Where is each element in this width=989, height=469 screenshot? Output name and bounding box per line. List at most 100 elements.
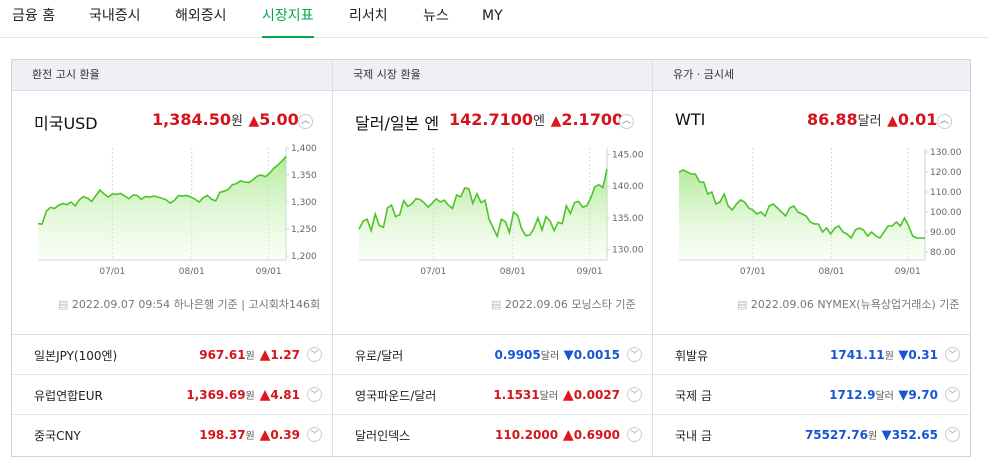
chevron-down-icon[interactable]: ﹀	[945, 427, 960, 442]
list-item-value: 967.61원 ▲1.27	[199, 347, 300, 363]
nav-market-indicators[interactable]: 시장지표	[262, 0, 314, 38]
y-tick-label: 90.00	[930, 228, 956, 238]
chevron-down-icon[interactable]: ﹀	[945, 387, 960, 402]
list-item[interactable]: 유로/달러 0.9905달러 ▼0.0015 ﹀	[333, 335, 652, 375]
chevron-up-icon[interactable]: ︿	[298, 114, 313, 129]
y-tick-label: 130.00	[930, 148, 962, 158]
rate-list: 유로/달러 0.9905달러 ▼0.0015 ﹀ 영국파운드/달러 1.1531달러 ▲…	[333, 334, 652, 455]
list-item[interactable]: 일본JPY(100엔) 967.61원 ▲1.27 ﹀	[12, 335, 332, 375]
usd-chart: 07/01 08/01 09/01 1,400 1,350 1,300 1,250 1,200	[37, 144, 317, 277]
y-tick-label: 1,300	[291, 198, 317, 208]
series-area	[679, 170, 925, 260]
chevron-down-icon[interactable]: ﹀	[307, 347, 322, 362]
list-item-name[interactable]: 국내 금	[675, 427, 712, 444]
rate-list: 일본JPY(100엔) 967.61원 ▲1.27 ﹀ 유럽연합EUR 1,369.69…	[12, 334, 332, 455]
up-arrow-icon: ▲	[254, 387, 271, 403]
x-tick-label: 09/01	[256, 267, 282, 277]
panel-header[interactable]: 환전 고시 환율	[12, 60, 332, 91]
list-item-name[interactable]: 국제 금	[675, 387, 712, 404]
x-tick-label: 09/01	[895, 267, 921, 277]
down-arrow-icon: ▼	[893, 348, 909, 363]
nav-finance-home[interactable]: 금융 홈	[12, 0, 55, 38]
list-item-value: 0.9905달러 ▼0.0015	[494, 348, 620, 363]
list-item-name[interactable]: 영국파운드/달러	[355, 387, 436, 404]
chevron-up-icon[interactable]: ︿	[937, 114, 952, 129]
chevron-up-icon[interactable]: ︿	[619, 114, 634, 129]
y-tick-label: 110.00	[930, 188, 962, 198]
y-tick-label: 100.00	[930, 208, 962, 218]
x-tick-label: 09/01	[577, 267, 603, 277]
panel-header[interactable]: 국제 시장 환율	[333, 60, 652, 91]
quote-unit: 달러	[857, 114, 882, 129]
list-item[interactable]: 국제 금 1712.9달러 ▼9.70 ﹀	[653, 375, 970, 415]
international-rate-panel: 국제 시장 환율 달러/일본 엔 142.7100엔 ▲2.1700 ︿ 07/…	[332, 60, 652, 456]
up-arrow-icon: ▲	[558, 427, 574, 443]
y-tick-label: 1,400	[291, 144, 317, 154]
chevron-down-icon[interactable]: ﹀	[307, 427, 322, 442]
y-tick-label: 145.00	[612, 150, 644, 160]
market-panels: 환전 고시 환율 미국USD 1,384.50원 ▲5.00 ︿ 07/01 08…	[11, 59, 971, 457]
chevron-down-icon[interactable]: ﹀	[307, 387, 322, 402]
wti-chart: 07/01 08/01 09/01 130.00 120.00 110.00 100.00 9…	[678, 148, 962, 277]
x-tick-label: 08/01	[179, 267, 205, 277]
list-item-name[interactable]: 중국CNY	[34, 427, 81, 444]
list-item-value: 75527.76원 ▼352.65	[804, 428, 938, 443]
nav-news[interactable]: 뉴스	[423, 0, 449, 38]
list-item[interactable]: 영국파운드/달러 1.1531달러 ▲0.0027 ﹀	[333, 375, 652, 415]
chevron-down-icon[interactable]: ﹀	[627, 387, 642, 402]
chevron-down-icon[interactable]: ﹀	[627, 427, 642, 442]
quote-change: 2.1700	[561, 110, 624, 129]
source-note: ▤ 2022.09.06 NYMEX(뉴욕상업거래소) 기준	[737, 296, 959, 312]
main-quote: 미국USD 1,384.50원 ▲5.00 ︿	[12, 110, 332, 134]
list-item-name[interactable]: 유럽연합EUR	[34, 387, 103, 404]
quote-value: 1,384.50	[152, 110, 231, 129]
main-quote: WTI 86.88달러 ▲0.01 ︿	[653, 110, 970, 134]
quote-value: 86.88	[807, 110, 858, 129]
list-item-value: 198.37원 ▲0.39	[199, 427, 300, 443]
series-area	[359, 169, 607, 260]
down-arrow-icon: ▼	[877, 428, 892, 443]
list-item[interactable]: 국내 금 75527.76원 ▼352.65 ﹀	[653, 415, 970, 455]
panel-header[interactable]: 유가 · 금시세	[653, 60, 970, 91]
list-item[interactable]: 유럽연합EUR 1,369.69원 ▲4.81 ﹀	[12, 375, 332, 415]
list-item[interactable]: 달러인덱스 110.2000 ▲0.6900 ﹀	[333, 415, 652, 455]
nav-overseas-stocks[interactable]: 해외증시	[175, 0, 227, 38]
list-item[interactable]: 휘발유 1741.11원 ▼0.31 ﹀	[653, 335, 970, 375]
chevron-down-icon[interactable]: ﹀	[945, 347, 960, 362]
quote-change: 5.00	[259, 110, 299, 129]
x-tick-label: 07/01	[420, 267, 446, 277]
y-tick-label: 1,200	[291, 252, 317, 262]
up-arrow-icon: ▲	[254, 347, 271, 363]
nav-domestic-stocks[interactable]: 국내증시	[89, 0, 141, 38]
document-icon: ▤	[737, 298, 748, 311]
quote-name[interactable]: 달러/일본 엔	[355, 110, 439, 134]
quote-name[interactable]: WTI	[675, 110, 705, 129]
list-item-value: 1741.11원 ▼0.31	[830, 348, 938, 363]
x-tick-label: 08/01	[819, 267, 845, 277]
list-item-name[interactable]: 달러인덱스	[355, 427, 410, 444]
nav-my[interactable]: MY	[482, 0, 503, 38]
list-item-name[interactable]: 유로/달러	[355, 347, 403, 364]
nav-research[interactable]: 리서치	[349, 0, 388, 38]
quote-value-group: 1,384.50원 ▲5.00	[152, 110, 299, 129]
jpy-chart: 07/01 08/01 09/01 145.00 140.00 135.00 130.00	[358, 148, 644, 277]
quote-unit: 원	[230, 114, 243, 129]
quote-value-group: 142.7100엔 ▲2.1700	[449, 110, 623, 129]
list-item[interactable]: 중국CNY 198.37원 ▲0.39 ﹀	[12, 415, 332, 455]
y-tick-label: 135.00	[612, 214, 644, 224]
rate-list: 휘발유 1741.11원 ▼0.31 ﹀ 국제 금 1712.9달러 ▼9.70 ﹀ 국내 …	[653, 334, 970, 455]
oil-gold-panel: 유가 · 금시세 WTI 86.88달러 ▲0.01 ︿ 07/01 08/01 0…	[652, 60, 970, 456]
main-quote: 달러/일본 엔 142.7100엔 ▲2.1700 ︿	[333, 110, 652, 134]
y-tick-label: 1,350	[291, 171, 317, 181]
list-item-name[interactable]: 일본JPY(100엔)	[34, 347, 117, 364]
x-tick-label: 07/01	[740, 267, 766, 277]
chevron-down-icon[interactable]: ﹀	[627, 347, 642, 362]
list-item-name[interactable]: 휘발유	[675, 347, 708, 364]
y-tick-label: 140.00	[612, 182, 644, 192]
down-arrow-icon: ▼	[893, 388, 909, 403]
quote-name[interactable]: 미국USD	[34, 110, 98, 134]
quote-value: 142.7100	[449, 110, 534, 129]
y-tick-label: 1,250	[291, 225, 317, 235]
source-text: 2022.09.07 09:54 하나은행 기준 | 고시회차146회	[71, 298, 321, 311]
source-text: 2022.09.06 모닝스타 기준	[504, 298, 636, 311]
